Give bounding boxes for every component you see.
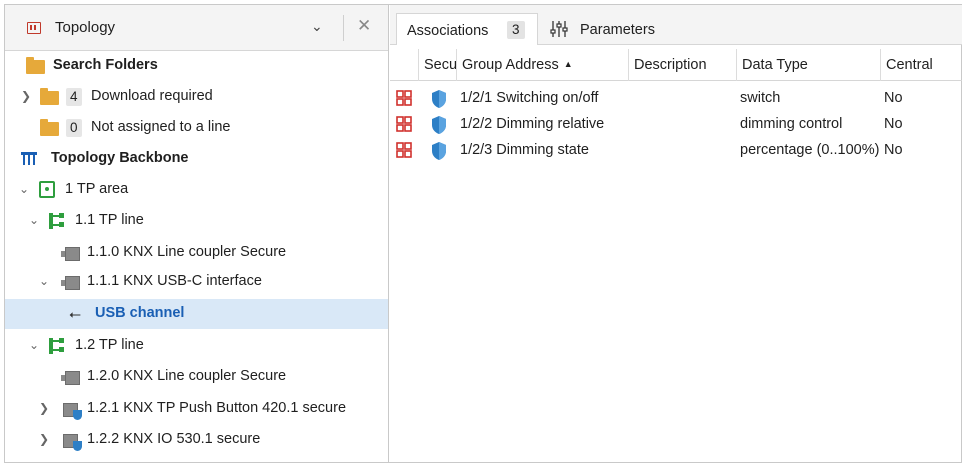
- sliders-icon: [550, 21, 568, 37]
- tree-item-area[interactable]: ⌄ 1 TP area: [5, 175, 388, 205]
- tree-item-label: 1.2.1 KNX TP Push Button 420.1 secure: [87, 400, 347, 416]
- tab-bar: Associations 3 Parameters: [390, 5, 962, 45]
- chevron-down-icon[interactable]: ⌄: [19, 182, 29, 196]
- device-icon: [61, 371, 80, 385]
- secure-device-icon: [63, 403, 82, 420]
- shield-icon: [432, 90, 446, 108]
- tree-item-not-assigned[interactable]: 0 Not assigned to a line: [5, 113, 388, 143]
- topology-panel-header: Topology ⌄ ✕: [5, 5, 388, 51]
- tree-item-device-1-1-0[interactable]: 1.1.0 KNX Line coupler Secure: [5, 238, 388, 268]
- count-badge: 0: [66, 119, 82, 137]
- tree-item-device-1-2-1[interactable]: ❯ 1.2.1 KNX TP Push Button 420.1 secure: [5, 394, 388, 424]
- column-header-group-address[interactable]: Group Address ▲: [456, 49, 628, 81]
- device-icon: [61, 276, 80, 290]
- chevron-down-icon[interactable]: ⌄: [29, 213, 39, 227]
- device-icon: [61, 247, 80, 261]
- chevron-right-icon[interactable]: ❯: [39, 432, 49, 446]
- tab-parameters[interactable]: Parameters: [546, 13, 696, 45]
- secure-device-icon: [63, 434, 82, 451]
- table-row[interactable]: 1/2/3 Dimming state percentage (0..100%) N…: [390, 137, 962, 163]
- chevron-down-icon[interactable]: ⌄: [311, 18, 323, 35]
- details-panel: Associations 3 Parameters Secu Group Add…: [390, 5, 962, 462]
- group-address-icon: [396, 142, 412, 158]
- line-icon: [49, 213, 64, 229]
- count-badge: 3: [507, 21, 525, 39]
- shield-icon: [432, 142, 446, 160]
- cell-central: No: [884, 116, 903, 132]
- group-address-icon: [396, 116, 412, 132]
- cell-group-address: 1/2/3 Dimming state: [460, 142, 589, 158]
- usb-icon: ⭠: [69, 306, 82, 323]
- tree-item-label: Search Folders: [53, 57, 158, 73]
- header-divider: [343, 15, 344, 41]
- topology-panel: Topology ⌄ ✕ Search Folders ❯ 4 Download…: [5, 5, 389, 462]
- cell-data-type: percentage (0..100%): [740, 142, 880, 158]
- cell-group-address: 1/2/2 Dimming relative: [460, 116, 605, 132]
- tree-item-usb-channel[interactable]: ⭠ USB channel: [5, 299, 388, 329]
- shield-icon: [432, 116, 446, 134]
- chevron-down-icon[interactable]: ⌄: [39, 274, 49, 288]
- cell-central: No: [884, 142, 903, 158]
- close-icon[interactable]: ✕: [357, 16, 371, 36]
- chevron-right-icon[interactable]: ❯: [21, 89, 31, 103]
- tree-item-label: 1.2.0 KNX Line coupler Secure: [87, 368, 287, 384]
- tree-item-line-1-2[interactable]: ⌄ 1.2 TP line: [5, 331, 388, 361]
- tree-item-label: 1.1.1 KNX USB-C interface: [87, 273, 262, 289]
- tab-label: Parameters: [580, 22, 655, 38]
- tree-item-label: 1.2.2 KNX IO 530.1 secure: [87, 431, 261, 447]
- cell-group-address: 1/2/1 Switching on/off: [460, 90, 599, 106]
- tree-item-search-folders[interactable]: Search Folders: [5, 51, 388, 81]
- tree-item-topology-backbone[interactable]: Topology Backbone: [5, 144, 388, 174]
- folder-icon: [40, 119, 59, 136]
- tree-item-device-1-2-2[interactable]: ❯ 1.2.2 KNX IO 530.1 secure: [5, 425, 388, 455]
- cell-central: No: [884, 90, 903, 106]
- table-row[interactable]: 1/2/1 Switching on/off switch No: [390, 85, 962, 111]
- tree-item-label: USB channel: [95, 305, 185, 321]
- backbone-icon: [21, 152, 37, 165]
- tree-item-label: 1.2 TP line: [75, 337, 144, 353]
- tab-associations[interactable]: Associations 3: [396, 13, 538, 45]
- line-icon: [49, 338, 64, 354]
- table-row[interactable]: 1/2/2 Dimming relative dimming control No: [390, 111, 962, 137]
- tree-item-label: 1.1 TP line: [75, 212, 144, 228]
- topology-icon: [27, 22, 41, 34]
- tree-item-label: Topology Backbone: [51, 150, 189, 166]
- area-icon: [39, 181, 55, 198]
- tree-item-download-required[interactable]: ❯ 4 Download required: [5, 82, 388, 112]
- folder-icon: [26, 57, 45, 74]
- table-header: Secu Group Address ▲ Description Data Typ…: [390, 49, 962, 81]
- tree-item-device-1-1-1[interactable]: ⌄ 1.1.1 KNX USB-C interface: [5, 267, 388, 297]
- sort-ascending-icon: ▲: [563, 59, 573, 69]
- column-header-description[interactable]: Description: [628, 49, 736, 81]
- tab-label: Associations: [407, 23, 489, 39]
- tree-item-device-1-2-0[interactable]: 1.2.0 KNX Line coupler Secure: [5, 362, 388, 392]
- column-header-central[interactable]: Central: [880, 49, 962, 81]
- column-header-secure[interactable]: Secu: [418, 49, 457, 81]
- tree-item-label: Download required: [91, 88, 213, 104]
- folder-icon: [40, 88, 59, 105]
- group-address-icon: [396, 90, 412, 106]
- column-header-data-type[interactable]: Data Type: [736, 49, 880, 81]
- panel-title: Topology: [55, 19, 116, 36]
- tree-item-label: 1 TP area: [65, 181, 129, 197]
- tree-item-label: 1.1.0 KNX Line coupler Secure: [87, 244, 287, 260]
- tree-item-line-1-1[interactable]: ⌄ 1.1 TP line: [5, 206, 388, 236]
- chevron-down-icon[interactable]: ⌄: [29, 338, 39, 352]
- tree-item-label: Not assigned to a line: [91, 119, 231, 135]
- count-badge: 4: [66, 88, 82, 106]
- chevron-right-icon[interactable]: ❯: [39, 401, 49, 415]
- cell-data-type: switch: [740, 90, 781, 106]
- cell-data-type: dimming control: [740, 116, 843, 132]
- app-window: Topology ⌄ ✕ Search Folders ❯ 4 Download…: [4, 4, 962, 463]
